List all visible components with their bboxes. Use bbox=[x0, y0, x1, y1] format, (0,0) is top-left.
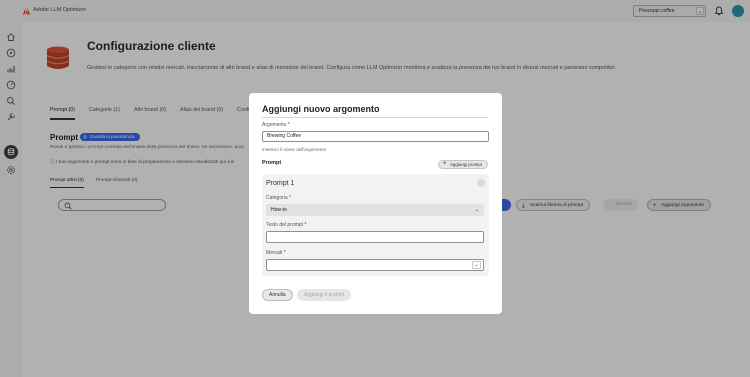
dialog-title: Aggiungi nuovo argomento bbox=[262, 104, 380, 114]
prompt-text-label-text: Testo del prompt bbox=[266, 222, 303, 228]
prompt-card: Prompt 1 Categoria * How-to ⌄ Testo del … bbox=[262, 174, 489, 276]
add-prompt-button[interactable]: Aggiungi prompt bbox=[438, 160, 488, 169]
chevron-down-icon: ⌄ bbox=[472, 261, 481, 269]
prompt-text-label: Testo del prompt * bbox=[266, 222, 306, 228]
prompt-heading: Prompt bbox=[262, 160, 282, 166]
category-label-text: Categoria bbox=[266, 195, 288, 201]
prompt-card-title: Prompt 1 bbox=[266, 180, 295, 187]
markets-label-text: Mercati bbox=[266, 250, 283, 256]
remove-prompt-icon[interactable] bbox=[477, 179, 485, 187]
topic-help-text: Inserisci il nome dell'argomento bbox=[262, 147, 327, 152]
required-mark: * bbox=[304, 222, 307, 228]
topic-input[interactable]: Brewing Coffee bbox=[262, 131, 489, 142]
chevron-down-icon: ⌄ bbox=[474, 207, 479, 213]
markets-label: Mercati * bbox=[266, 250, 286, 256]
topic-label-text: Argomento bbox=[262, 122, 287, 128]
category-label: Categoria * bbox=[266, 195, 291, 201]
topic-label: Argomento * bbox=[262, 122, 290, 128]
required-mark: * bbox=[283, 250, 286, 256]
add-topic-dialog: Aggiungi nuovo argomento Argomento * Bre… bbox=[249, 93, 502, 314]
markets-select[interactable]: ⌄ bbox=[266, 259, 484, 271]
add-prompt-submit-button: Aggiungi il prompt bbox=[297, 289, 352, 301]
dialog-divider bbox=[262, 117, 489, 118]
category-select[interactable]: How-to ⌄ bbox=[266, 204, 484, 216]
cancel-button[interactable]: Annulla bbox=[262, 289, 293, 301]
prompt-text-input[interactable] bbox=[266, 231, 484, 243]
required-mark: * bbox=[287, 122, 290, 128]
required-mark: * bbox=[289, 195, 292, 201]
category-select-value: How-to bbox=[271, 207, 287, 213]
